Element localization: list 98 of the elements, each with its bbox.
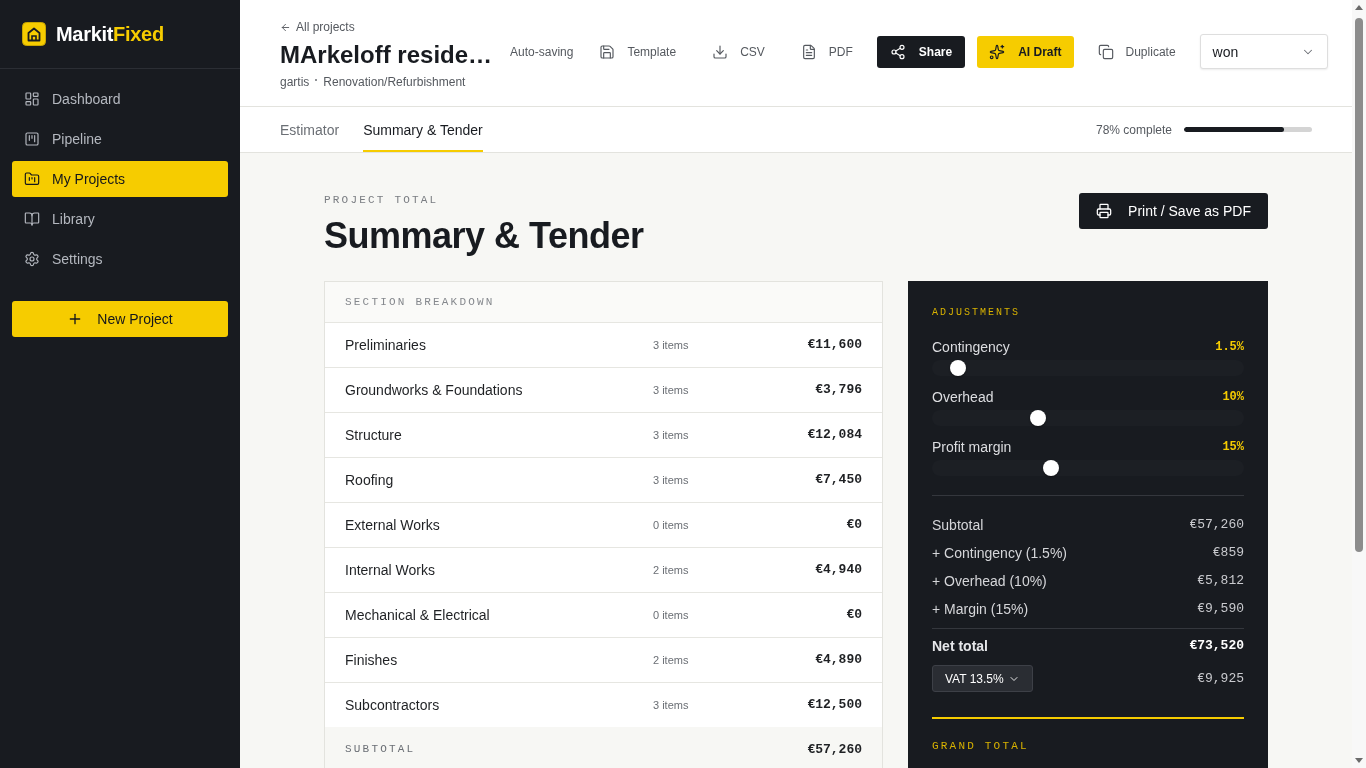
brand-name: MarkitFixed — [56, 22, 164, 47]
section-amount: €0 — [846, 516, 862, 535]
download-icon — [712, 43, 729, 60]
new-project-button[interactable]: New Project — [12, 301, 228, 337]
item-count: 0 items — [653, 607, 690, 623]
sidebar-item[interactable]: Dashboard — [12, 81, 228, 117]
slider-thumb[interactable] — [1043, 460, 1059, 476]
sidebar-item[interactable]: Pipeline — [12, 121, 228, 157]
copy-icon — [1097, 43, 1114, 60]
section-amount: €4,890 — [815, 651, 862, 670]
summary-label: + Margin (15%) — [932, 600, 1029, 619]
progress-label: 78% complete — [1095, 121, 1172, 138]
item-count: 0 items — [653, 517, 690, 533]
kanban-icon — [24, 131, 40, 147]
item-count: 3 items — [653, 697, 690, 713]
section-name: Internal Works — [345, 561, 436, 580]
summary-amount: €5,812 — [1197, 572, 1244, 591]
summary-label: + Contingency (1.5%) — [932, 544, 1068, 563]
settings-icon — [24, 251, 40, 267]
summary-amount: €57,260 — [1189, 516, 1244, 535]
section-amount: €7,450 — [815, 471, 862, 490]
summary-label: + Overhead (10%) — [932, 572, 1047, 591]
page-title: Summary & Tender — [324, 214, 644, 258]
adjustment-label: Contingency — [932, 338, 1010, 357]
panel-heading: ADJUSTMENTS — [932, 307, 1021, 319]
section-name: Structure — [345, 426, 403, 445]
dashboard-icon — [24, 91, 40, 107]
ai-draft-button[interactable]: AI Draft — [977, 35, 1074, 68]
vat-amount: €9,925 — [1197, 669, 1244, 688]
folder-icon — [24, 171, 40, 187]
section-name: External Works — [345, 516, 441, 535]
item-count: 2 items — [653, 562, 690, 578]
status-select[interactable]: won — [1199, 34, 1328, 69]
section-name: Subcontractors — [345, 696, 441, 715]
house-logo-icon — [22, 22, 46, 46]
back-arrow-icon — [280, 21, 291, 33]
sparkle-icon — [989, 43, 1006, 60]
summary-amount: €859 — [1212, 544, 1244, 563]
adjustment-label: Profit margin — [932, 438, 1012, 457]
toolbar-button[interactable]: CSV — [700, 35, 777, 68]
adjustment-label: Overhead — [932, 388, 994, 407]
share-button[interactable]: Share — [876, 35, 966, 68]
document-icon — [800, 43, 817, 60]
summary-label: Subtotal — [932, 516, 984, 535]
section-amount: €0 — [846, 606, 862, 625]
adjustment-value: 1.5% — [1215, 339, 1244, 355]
slider-thumb[interactable] — [1029, 410, 1046, 426]
section-name: Roofing — [345, 471, 395, 490]
slider-track[interactable] — [932, 360, 1244, 376]
grand-total-label: GRAND TOTAL — [932, 740, 1030, 752]
section-amount: €11,600 — [807, 336, 862, 355]
net-total-amount: €73,520 — [1189, 637, 1244, 656]
save-icon — [599, 43, 616, 60]
section-amount: €4,940 — [815, 561, 862, 580]
subtotal-amount: €57,260 — [807, 740, 862, 759]
sidebar-item[interactable]: Library — [12, 201, 228, 237]
toolbar-button[interactable]: Duplicate — [1085, 35, 1188, 68]
autosave-status: Auto-saving — [510, 43, 574, 60]
item-count: 3 items — [653, 427, 690, 443]
project-type: Renovation/Refurbishment — [323, 74, 466, 90]
print-button[interactable]: Print / Save as PDF — [1079, 193, 1268, 229]
item-count: 3 items — [653, 472, 690, 488]
net-total-label: Net total — [932, 637, 988, 656]
table-heading: SECTION BREAKDOWN — [345, 294, 495, 310]
printer-icon — [1096, 203, 1113, 219]
section-amount: €12,500 — [807, 696, 862, 715]
subtotal-label: SUBTOTAL — [345, 742, 416, 758]
slider-track[interactable] — [932, 410, 1244, 426]
book-icon — [24, 211, 40, 227]
sidebar-item[interactable]: Settings — [12, 241, 228, 277]
tab[interactable]: Estimator — [280, 107, 340, 152]
scrollbar[interactable] — [1352, 0, 1366, 768]
item-count: 3 items — [653, 337, 690, 353]
toolbar-button[interactable]: PDF — [788, 35, 865, 68]
scroll-up-icon[interactable] — [1355, 5, 1363, 10]
summary-amount: €9,590 — [1197, 600, 1244, 619]
slider-track[interactable] — [932, 460, 1244, 476]
section-amount: €3,796 — [815, 381, 862, 400]
vat-select[interactable]: VAT 13.5% — [932, 665, 1033, 692]
section-name: Mechanical & Electrical — [345, 606, 491, 625]
slider-thumb[interactable] — [949, 360, 966, 376]
section-name: Finishes — [345, 651, 399, 670]
project-title: MArkeloff reside… — [280, 40, 493, 70]
section-amount: €12,084 — [807, 426, 862, 445]
sidebar-item[interactable]: My Projects — [12, 161, 228, 197]
scrollbar-thumb[interactable] — [1355, 18, 1363, 552]
section-name: Preliminaries — [345, 336, 427, 355]
item-count: 2 items — [653, 652, 690, 668]
scroll-down-icon[interactable] — [1355, 758, 1363, 763]
toolbar-button[interactable]: Template — [587, 35, 689, 68]
adjustment-value: 15% — [1222, 439, 1244, 455]
item-count: 3 items — [653, 382, 690, 398]
back-link[interactable]: All projects — [280, 19, 493, 35]
adjustment-value: 10% — [1222, 389, 1244, 405]
page-eyebrow: PROJECT TOTAL — [324, 194, 440, 206]
client-name: gartis — [280, 74, 310, 90]
section-name: Groundworks & Foundations — [345, 381, 524, 400]
share-icon — [889, 43, 906, 60]
